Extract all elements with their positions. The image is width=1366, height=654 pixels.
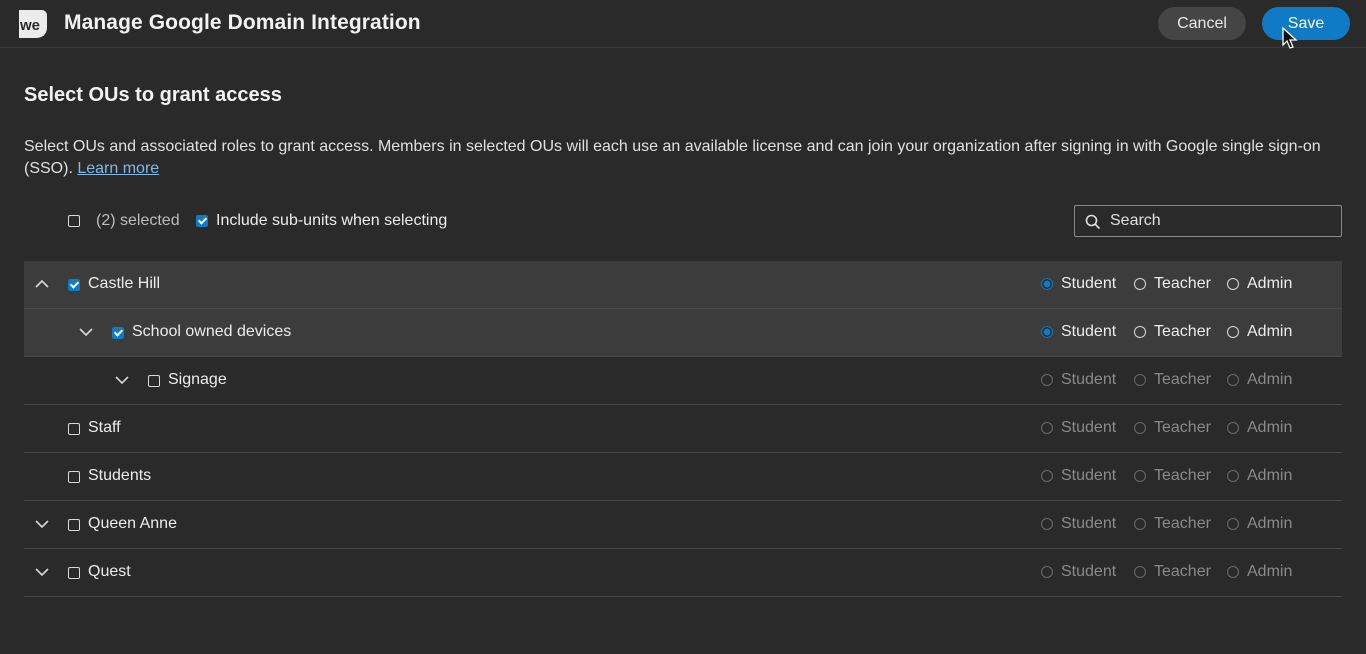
app-header: we Manage Google Domain Integration Canc… — [0, 0, 1366, 48]
chevron-down-icon[interactable] — [34, 566, 50, 578]
radio-admin — [1227, 470, 1239, 482]
row-checkbox[interactable] — [68, 279, 80, 291]
ou-name: Queen Anne — [88, 515, 177, 532]
row-checkbox[interactable] — [112, 327, 124, 339]
radio-teacher[interactable] — [1134, 278, 1146, 290]
radio-admin — [1227, 422, 1239, 434]
radio-student — [1041, 566, 1053, 578]
selected-count: (2) selected — [96, 212, 180, 229]
table-row[interactable]: Staff Student Teacher Admin — [24, 405, 1342, 453]
radio-student[interactable] — [1041, 326, 1053, 338]
svg-text:we: we — [19, 17, 40, 34]
row-checkbox[interactable] — [68, 423, 80, 435]
radio-admin — [1227, 566, 1239, 578]
ou-table: Castle Hill Student Teacher Admin School… — [24, 261, 1342, 597]
section-title: Select OUs to grant access — [24, 84, 282, 106]
search-box[interactable] — [1074, 205, 1342, 237]
webex-logo-icon: we — [19, 10, 47, 38]
section-description: Select OUs and associated roles to grant… — [24, 136, 1344, 180]
save-button[interactable]: Save — [1262, 7, 1350, 40]
chevron-down-icon[interactable] — [34, 518, 50, 530]
ou-name: Students — [88, 467, 152, 484]
page-title: Manage Google Domain Integration — [64, 11, 421, 34]
radio-student — [1041, 518, 1053, 530]
radio-admin[interactable] — [1227, 278, 1239, 290]
include-subunits-label: Include sub-units when selecting — [216, 212, 448, 229]
description-text: Select OUs and associated roles to grant… — [24, 138, 1321, 177]
learn-more-link[interactable]: Learn more — [77, 160, 159, 177]
ou-name: Signage — [168, 371, 227, 388]
select-all-checkbox[interactable] — [68, 215, 80, 227]
radio-admin — [1227, 518, 1239, 530]
table-row[interactable]: Signage Student Teacher Admin — [24, 357, 1342, 405]
row-checkbox[interactable] — [68, 567, 80, 579]
radio-teacher[interactable] — [1134, 326, 1146, 338]
table-row[interactable]: Queen Anne Student Teacher Admin — [24, 501, 1342, 549]
radio-admin — [1227, 374, 1239, 386]
radio-teacher — [1134, 374, 1146, 386]
ou-name: Quest — [88, 563, 131, 580]
search-input[interactable] — [1110, 211, 1330, 231]
chevron-down-icon[interactable] — [114, 374, 130, 386]
ou-name: Castle Hill — [88, 275, 161, 292]
ou-name: School owned devices — [132, 323, 292, 340]
include-subunits-checkbox[interactable] — [196, 215, 208, 227]
ou-name: Staff — [88, 419, 121, 436]
radio-student — [1041, 422, 1053, 434]
chevron-up-icon[interactable] — [34, 278, 50, 290]
radio-student[interactable] — [1041, 278, 1053, 290]
radio-student — [1041, 374, 1053, 386]
cancel-button[interactable]: Cancel — [1158, 7, 1246, 40]
radio-teacher — [1134, 566, 1146, 578]
radio-teacher — [1134, 518, 1146, 530]
table-row[interactable]: School owned devices Student Teacher Adm… — [24, 309, 1342, 357]
row-checkbox[interactable] — [148, 375, 160, 387]
table-row[interactable]: Quest Student Teacher Admin — [24, 549, 1342, 597]
radio-admin[interactable] — [1227, 326, 1239, 338]
radio-teacher — [1134, 470, 1146, 482]
table-row[interactable]: Students Student Teacher Admin — [24, 453, 1342, 501]
radio-student — [1041, 470, 1053, 482]
radio-teacher — [1134, 422, 1146, 434]
row-checkbox[interactable] — [68, 519, 80, 531]
row-checkbox[interactable] — [68, 471, 80, 483]
chevron-down-icon[interactable] — [78, 326, 94, 338]
table-row[interactable]: Castle Hill Student Teacher Admin — [24, 261, 1342, 309]
search-icon — [1085, 214, 1101, 230]
